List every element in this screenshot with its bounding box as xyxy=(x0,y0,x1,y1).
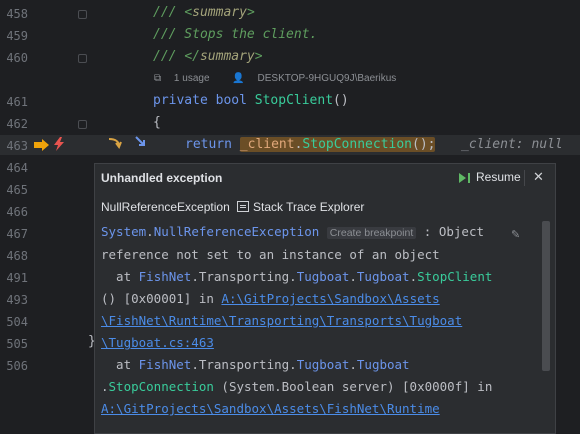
step-back-icon[interactable] xyxy=(106,137,122,151)
trace-line: \Tugboat.cs:463 xyxy=(101,332,541,354)
file-link[interactable]: \Tugboat.cs:463 xyxy=(101,335,214,350)
line-number: 460 xyxy=(6,51,28,65)
exception-type-label[interactable]: NullReferenceException xyxy=(101,200,230,214)
highlighted-expression: _client.StopConnection(); xyxy=(239,137,436,152)
trace-line: System.NullReferenceException Create bre… xyxy=(101,224,485,239)
trace-line: \FishNet\Runtime\Transporting\Transports… xyxy=(101,310,541,332)
fold-marker-icon[interactable] xyxy=(78,120,87,129)
trace-line: reference not set to an instance of an o… xyxy=(101,247,440,262)
file-link[interactable]: \FishNet\Runtime\Transporting\Transports… xyxy=(101,313,462,328)
code-line-461: private bool StopClient() xyxy=(153,93,349,108)
line-number: 459 xyxy=(6,29,28,43)
execution-pointer-arrow-icon xyxy=(34,139,49,151)
line-number: 466 xyxy=(6,205,28,219)
trace-line: () [0x00001] in A:\GitProjects\Sandbox\A… xyxy=(101,291,440,306)
trace-line: at FishNet.Transporting.Tugboat.Tugboat xyxy=(101,357,410,372)
line-number: 491 xyxy=(6,271,28,285)
close-icon[interactable]: ✕ xyxy=(533,169,544,185)
inline-debug-value: _client: null xyxy=(461,137,563,152)
header-divider xyxy=(524,170,525,186)
line-number: 467 xyxy=(6,227,28,241)
usages-hint[interactable]: ⧉ 1 usage xyxy=(154,73,220,84)
trace-line: .StopConnection (System.Boolean server) … xyxy=(101,379,493,394)
trace-line: at FishNet.Transporting.Tugboat.Tugboat.… xyxy=(101,269,493,284)
exception-lightning-icon xyxy=(54,137,64,151)
edit-pencil-icon[interactable]: ✎ xyxy=(511,228,520,241)
code-line-458: /// <summary> xyxy=(153,5,255,20)
file-link[interactable]: A:\GitProjects\Sandbox\Assets\FishNet\Ru… xyxy=(101,401,440,416)
code-vision-hints: ⧉ 1 usage 👤 DESKTOP-9HGUQ9J\Baerikus xyxy=(154,73,416,84)
line-number: 504 xyxy=(6,315,28,329)
line-number: 493 xyxy=(6,293,28,307)
line-number: 464 xyxy=(6,161,28,175)
code-line-460: /// </summary> xyxy=(153,49,263,64)
resume-icon-bar xyxy=(468,172,470,183)
code-line-463: return _client.StopConnection(); xyxy=(185,137,436,152)
line-number: 506 xyxy=(6,359,28,373)
file-link[interactable]: A:\GitProjects\Sandbox\Assets xyxy=(221,291,439,306)
usages-icon: ⧉ xyxy=(154,73,164,84)
popup-title: Unhandled exception xyxy=(101,171,223,185)
fold-marker-icon[interactable] xyxy=(78,10,87,19)
line-number: 463 xyxy=(6,139,28,153)
resume-icon xyxy=(459,172,466,183)
stack-trace-explorer-button[interactable]: Stack Trace Explorer xyxy=(237,200,364,214)
popup-header: Unhandled exception Resume ✕ xyxy=(95,164,555,192)
unhandled-exception-popup: Unhandled exception Resume ✕ NullReferen… xyxy=(94,163,556,434)
resume-button[interactable]: Resume xyxy=(459,170,521,184)
line-number: 462 xyxy=(6,117,28,131)
fold-marker-icon[interactable] xyxy=(78,54,87,63)
line-number: 468 xyxy=(6,249,28,263)
line-number: 505 xyxy=(6,337,28,351)
set-next-statement-icon[interactable] xyxy=(135,136,149,150)
line-number: 465 xyxy=(6,183,28,197)
stack-trace-icon xyxy=(237,201,249,212)
author-hint[interactable]: 👤 DESKTOP-9HGUQ9J\Baerikus xyxy=(232,73,406,84)
create-breakpoint-button[interactable]: Create breakpoint xyxy=(326,227,417,239)
resume-label: Resume xyxy=(476,170,521,184)
code-line-459: /// Stops the client. xyxy=(153,27,318,42)
trace-line: A:\GitProjects\Sandbox\Assets\FishNet\Ru… xyxy=(101,398,541,420)
stack-trace-explorer-label: Stack Trace Explorer xyxy=(253,200,365,214)
vertical-scrollbar[interactable] xyxy=(542,221,550,371)
popup-actions: NullReferenceException Stack Trace Explo… xyxy=(95,196,555,218)
stack-trace-text[interactable]: System.NullReferenceException Create bre… xyxy=(101,221,541,431)
line-number: 458 xyxy=(6,7,28,21)
line-number: 461 xyxy=(6,95,28,109)
code-line-462: { xyxy=(153,115,161,130)
user-icon: 👤 xyxy=(232,73,248,84)
